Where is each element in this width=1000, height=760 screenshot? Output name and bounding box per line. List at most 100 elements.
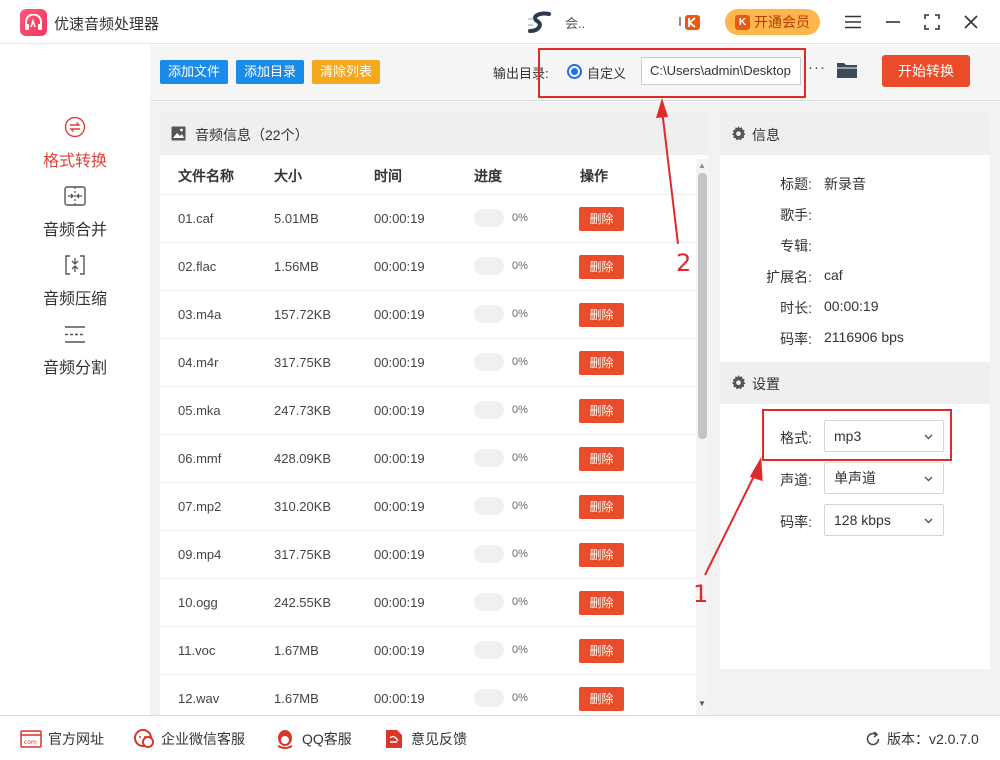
wechat-service-link[interactable]: 企业微信客服 [133, 729, 245, 749]
sidebar-item-label: 音频合并 [42, 222, 107, 239]
delete-button[interactable]: 删除 [579, 591, 624, 615]
delete-button[interactable]: 删除 [579, 495, 624, 519]
sidebar-item-audio-merge[interactable]: 音频合并 [0, 186, 150, 246]
audio-merge-icon [63, 186, 87, 210]
cell-name: 06.mmf [178, 451, 222, 466]
clear-list-button[interactable]: 清除列表 [312, 60, 381, 84]
channel-select[interactable]: 单声道 [824, 462, 944, 494]
close-icon[interactable] [959, 10, 983, 34]
column-header-time[interactable]: 时间 [374, 166, 402, 186]
cell-time: 00:00:19 [374, 547, 425, 562]
gear-icon [731, 375, 746, 390]
progress-bar [474, 545, 504, 563]
user-avatar[interactable] [527, 11, 555, 35]
browse-more-button[interactable]: ··· [808, 59, 826, 76]
scrollbar-thumb[interactable] [698, 173, 707, 439]
cell-time: 00:00:19 [374, 403, 425, 418]
app-title: 优速音频处理器 [54, 16, 160, 33]
table-row[interactable]: 10.ogg 242.55KB 00:00:19 0% 删除 [160, 578, 696, 626]
delete-button[interactable]: 删除 [579, 207, 624, 231]
delete-button[interactable]: 删除 [579, 639, 624, 663]
table-row[interactable]: 04.m4r 317.75KB 00:00:19 0% 删除 [160, 338, 696, 386]
table-row[interactable]: 11.voc 1.67MB 00:00:19 0% 删除 [160, 626, 696, 674]
table-row[interactable]: 06.mmf 428.09KB 00:00:19 0% 删除 [160, 434, 696, 482]
svg-text:com: com [24, 739, 37, 746]
table-row[interactable]: 02.flac 1.56MB 00:00:19 0% 删除 [160, 242, 696, 290]
version-info[interactable]: 版本：v2.0.7.0 [865, 729, 979, 749]
column-header-progress[interactable]: 进度 [474, 166, 502, 186]
app-logo-icon [20, 9, 47, 36]
progress-percent: 0% [512, 356, 528, 368]
start-convert-button[interactable]: 开始转换 [882, 55, 970, 87]
info-section-header: 信息 [720, 113, 990, 155]
cell-name: 01.caf [178, 211, 214, 226]
cell-name: 05.mka [178, 403, 221, 418]
table-row[interactable]: 03.m4a 157.72KB 00:00:19 0% 删除 [160, 290, 696, 338]
column-header-size[interactable]: 大小 [274, 166, 302, 186]
website-link[interactable]: com 官方网址 [20, 729, 104, 749]
progress-percent: 0% [512, 596, 528, 608]
table-row[interactable]: 12.wav 1.67MB 00:00:19 0% 删除 [160, 674, 696, 715]
progress-bar [474, 209, 504, 227]
cell-time: 00:00:19 [374, 307, 425, 322]
feedback-link[interactable]: 意见反馈 [383, 729, 467, 749]
progress-bar [474, 449, 504, 467]
channel-select-value: 单声道 [834, 470, 876, 486]
table-row[interactable]: 07.mp2 310.20KB 00:00:19 0% 删除 [160, 482, 696, 530]
scroll-down-icon[interactable]: ▼ [698, 699, 706, 708]
delete-button[interactable]: 删除 [579, 351, 624, 375]
cell-time: 00:00:19 [374, 691, 425, 706]
cell-time: 00:00:19 [374, 355, 425, 370]
folder-icon[interactable] [836, 60, 858, 80]
delete-button[interactable]: 删除 [579, 255, 624, 279]
info-title-value: 新录音 [824, 176, 866, 192]
vip-button-label: 开通会员 [754, 14, 810, 30]
sidebar-item-audio-compress[interactable]: 音频压缩 [0, 255, 150, 315]
vip-button[interactable]: K 开通会员 [725, 9, 820, 35]
cell-size: 1.67MB [274, 643, 319, 658]
annotation-box-format [762, 409, 952, 461]
sidebar-item-audio-split[interactable]: 音频分割 [0, 324, 150, 384]
info-section-title: 信息 [752, 127, 780, 143]
table-row[interactable]: 01.caf 5.01MB 00:00:19 0% 删除 [160, 194, 696, 242]
delete-button[interactable]: 删除 [579, 399, 624, 423]
menu-icon[interactable] [841, 10, 865, 34]
progress-bar [474, 401, 504, 419]
gear-icon [731, 126, 746, 141]
progress-bar [474, 497, 504, 515]
add-directory-button[interactable]: 添加目录 [236, 60, 305, 84]
delete-button[interactable]: 删除 [579, 543, 624, 567]
file-list-panel: 音频信息（22个） 文件名称 大小 时间 进度 操作 01.caf 5.01MB 0… [160, 113, 708, 715]
info-bitrate-label: 码率: [780, 331, 812, 347]
progress-bar [474, 593, 504, 611]
delete-button[interactable]: 删除 [579, 447, 624, 471]
sidebar-item-format-convert[interactable]: 格式转换 [0, 116, 150, 177]
progress-percent: 0% [512, 260, 528, 272]
qq-service-link[interactable]: QQ客服 [274, 729, 352, 749]
settings-section-header: 设置 [720, 362, 990, 404]
wechat-service-label: 企业微信客服 [161, 731, 245, 747]
cell-size: 310.20KB [274, 499, 332, 514]
maximize-icon[interactable] [920, 10, 944, 34]
footer: com 官方网址 企业微信客服 QQ客服 意见反馈 版本：v2.0.7.0 [0, 715, 1000, 760]
table-row[interactable]: 05.mka 247.73KB 00:00:19 0% 删除 [160, 386, 696, 434]
add-file-button[interactable]: 添加文件 [160, 60, 229, 84]
vip-k-icon: K [735, 14, 750, 30]
delete-button[interactable]: 删除 [579, 687, 624, 711]
info-bitrate-value: 2116906 bps [824, 329, 904, 345]
vip-badge-icon[interactable] [678, 14, 700, 31]
annotation-number-1: 1 [693, 580, 709, 608]
minimize-icon[interactable] [881, 10, 905, 34]
format-convert-icon [63, 116, 87, 141]
progress-percent: 0% [512, 692, 528, 704]
wechat-icon [134, 729, 154, 748]
scroll-up-icon[interactable]: ▲ [698, 161, 706, 170]
table-row[interactable]: 09.mp4 317.75KB 00:00:19 0% 删除 [160, 530, 696, 578]
progress-percent: 0% [512, 212, 528, 224]
info-panel: 信息 标题: 新录音 歌手: 专辑: 扩展名: caf 时长: 00:00:19… [720, 113, 990, 669]
file-list-title: 音频信息（22个） [195, 127, 309, 143]
audio-compress-icon [63, 255, 87, 279]
delete-button[interactable]: 删除 [579, 303, 624, 327]
bitrate-select[interactable]: 128 kbps [824, 504, 944, 536]
column-header-name[interactable]: 文件名称 [178, 166, 234, 186]
